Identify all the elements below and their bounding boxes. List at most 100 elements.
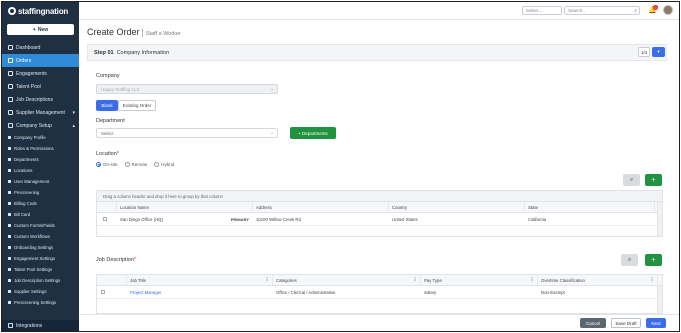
submenu-item[interactable]: Onboarding Settings <box>2 242 79 253</box>
column-header[interactable]: Address <box>253 202 389 212</box>
radio-label: Hybrid <box>161 162 175 167</box>
state-cell: California <box>528 216 547 222</box>
sidebar-item-engagements[interactable]: Engagements <box>2 67 79 80</box>
department-placeholder: Select <box>101 130 114 136</box>
submenu-item-label: Prescreening <box>14 190 40 195</box>
existing-order-toggle[interactable]: Existing Order <box>118 100 156 111</box>
submenu-item-label: Billing Code <box>14 201 37 206</box>
submenu-item-label: Prescreening Settings <box>14 300 57 305</box>
radio-onsite[interactable]: On-site <box>96 162 118 167</box>
new-button-label: New <box>37 26 49 33</box>
submenu-item[interactable]: Billing Code <box>2 198 79 209</box>
bullet-icon <box>8 158 11 161</box>
cancel-button[interactable]: Cancel <box>580 318 606 328</box>
column-title: Overtime Classification <box>541 277 585 283</box>
submenu-item-label: Locations <box>14 168 33 173</box>
table-row[interactable]: San Diego Office (HQ) PRIMARY 10100 Willo… <box>97 213 662 226</box>
submenu-item[interactable]: Departments <box>2 154 79 165</box>
department-select[interactable]: Select ⌄ <box>96 128 278 138</box>
sidebar-item-supplier-management[interactable]: Supplier Management ▾ <box>2 106 79 119</box>
submenu-item[interactable]: Engagement Settings <box>2 253 79 264</box>
submenu-item-label: Engagement Settings <box>14 256 56 261</box>
submenu-item[interactable]: Supplier Settings <box>2 286 79 297</box>
radio-checked-icon <box>96 162 101 167</box>
column-header[interactable]: Country <box>389 202 525 212</box>
column-header[interactable]: Categories ⋮ <box>273 275 421 285</box>
job-title-link[interactable]: Project Manager <box>127 286 273 298</box>
sidebar-item-integrations[interactable]: Integrations <box>2 320 79 331</box>
avatar[interactable] <box>663 5 673 15</box>
sidebar-item-dashboard[interactable]: Dashboard <box>2 41 79 54</box>
submenu-item[interactable]: Bill Card <box>2 209 79 220</box>
row-select[interactable] <box>97 213 117 225</box>
submenu-item[interactable]: Company Profile <box>2 132 79 143</box>
column-header[interactable]: Pay Type ⋮ <box>421 275 538 285</box>
new-button[interactable]: + New <box>7 24 74 35</box>
bullet-icon <box>8 180 11 183</box>
submenu-item[interactable]: User Management <box>2 176 79 187</box>
next-button[interactable]: Next <box>646 318 666 328</box>
column-header[interactable]: Job Title ⋮ <box>127 275 273 285</box>
column-menu-icon[interactable]: ⋮ <box>650 277 654 283</box>
global-select[interactable]: Select... <box>522 6 562 15</box>
column-header[interactable]: Location Name <box>117 202 253 212</box>
logo[interactable]: staffingnation <box>8 6 68 16</box>
submenu-item-label: Onboarding Settings <box>14 245 54 250</box>
sidebar-item-label: Company Setup <box>16 122 52 129</box>
submenu-item[interactable]: Roles & Permissions <box>2 143 79 154</box>
table-row[interactable]: Project Manager Office / Clerical / Admi… <box>97 286 662 299</box>
location-grid: Drag a column header and drop it here to… <box>96 190 663 237</box>
chevron-down-icon: ▾ <box>72 109 75 116</box>
step-dropdown-button[interactable]: ▾ <box>652 47 665 57</box>
plus-icon: + <box>651 256 656 264</box>
job-description-label: Job Description* <box>96 257 136 263</box>
submenu-item[interactable]: Job Description Settings <box>2 275 79 286</box>
submenu-item-label: Roles & Permissions <box>14 146 54 151</box>
submenu-item[interactable]: Custom Workflows <box>2 231 79 242</box>
sidebar-item-talent-pool[interactable]: Talent Pool <box>2 80 79 93</box>
submenu-item[interactable]: Prescreening Settings <box>2 297 79 308</box>
bullet-icon <box>8 235 11 238</box>
sidebar: staffingnation + New Dashboard Orders En… <box>2 2 79 331</box>
location-name-cell: San Diego Office (HQ) PRIMARY <box>117 213 253 225</box>
grid-header: Job Title ⋮ Categories ⋮ Pay Type ⋮ Overtim… <box>97 275 662 286</box>
grid-scrollbar[interactable] <box>657 202 662 236</box>
column-header[interactable]: Overtime Classification ⋮ <box>538 275 658 285</box>
column-header[interactable]: State <box>525 202 655 212</box>
save-draft-button[interactable]: Save Draft <box>611 318 641 328</box>
bullet-icon <box>8 169 11 172</box>
submenu-item-label: Custom Workflows <box>14 234 50 239</box>
add-departments-button[interactable]: + Departments <box>290 127 336 139</box>
job-search-button[interactable]: ⌕ <box>621 254 638 266</box>
submenu-item-label: Company Profile <box>14 135 46 140</box>
bullet-icon <box>8 246 11 249</box>
required-mark: * <box>116 151 119 157</box>
plus-icon: + <box>651 176 656 184</box>
sidebar-item-orders[interactable]: Orders <box>2 54 79 67</box>
submenu-item[interactable]: Prescreening <box>2 187 79 198</box>
submenu-item[interactable]: Custom Forms/Fields <box>2 220 79 231</box>
submenu-item-label: Bill Card <box>14 212 31 217</box>
bullet-icon <box>8 136 11 139</box>
column-menu-icon[interactable]: ⋮ <box>530 277 534 283</box>
grid-scrollbar[interactable] <box>657 286 662 313</box>
radio-hybrid[interactable]: Hybrid <box>154 162 174 167</box>
location-search-button[interactable]: ⌕ <box>623 174 640 186</box>
sidebar-item-company-setup[interactable]: Company Setup ▴ <box>2 119 79 132</box>
add-location-button[interactable]: + <box>645 174 662 186</box>
submenu-item[interactable]: Locations <box>2 165 79 176</box>
add-job-button[interactable]: + <box>645 254 662 266</box>
sidebar-item-job-descriptions[interactable]: Job Descriptions <box>2 93 79 106</box>
bullet-icon <box>8 224 11 227</box>
sidebar-item-label: Integrations <box>16 322 43 329</box>
step-header: Step 01 Company Information <box>87 44 667 61</box>
group-drop-zone[interactable]: Drag a column header and drop it here to… <box>97 191 662 202</box>
company-value: Happy Staffing LLC <box>101 86 140 92</box>
row-select[interactable] <box>97 286 127 298</box>
search-input[interactable]: Search... ⌕ <box>564 6 640 15</box>
column-menu-icon[interactable]: ⋮ <box>265 277 269 283</box>
submenu-item[interactable]: Talent Pool Settings <box>2 264 79 275</box>
blank-toggle[interactable]: Blank <box>96 100 118 111</box>
column-menu-icon[interactable]: ⋮ <box>413 277 417 283</box>
radio-remote[interactable]: Remote <box>124 162 147 167</box>
